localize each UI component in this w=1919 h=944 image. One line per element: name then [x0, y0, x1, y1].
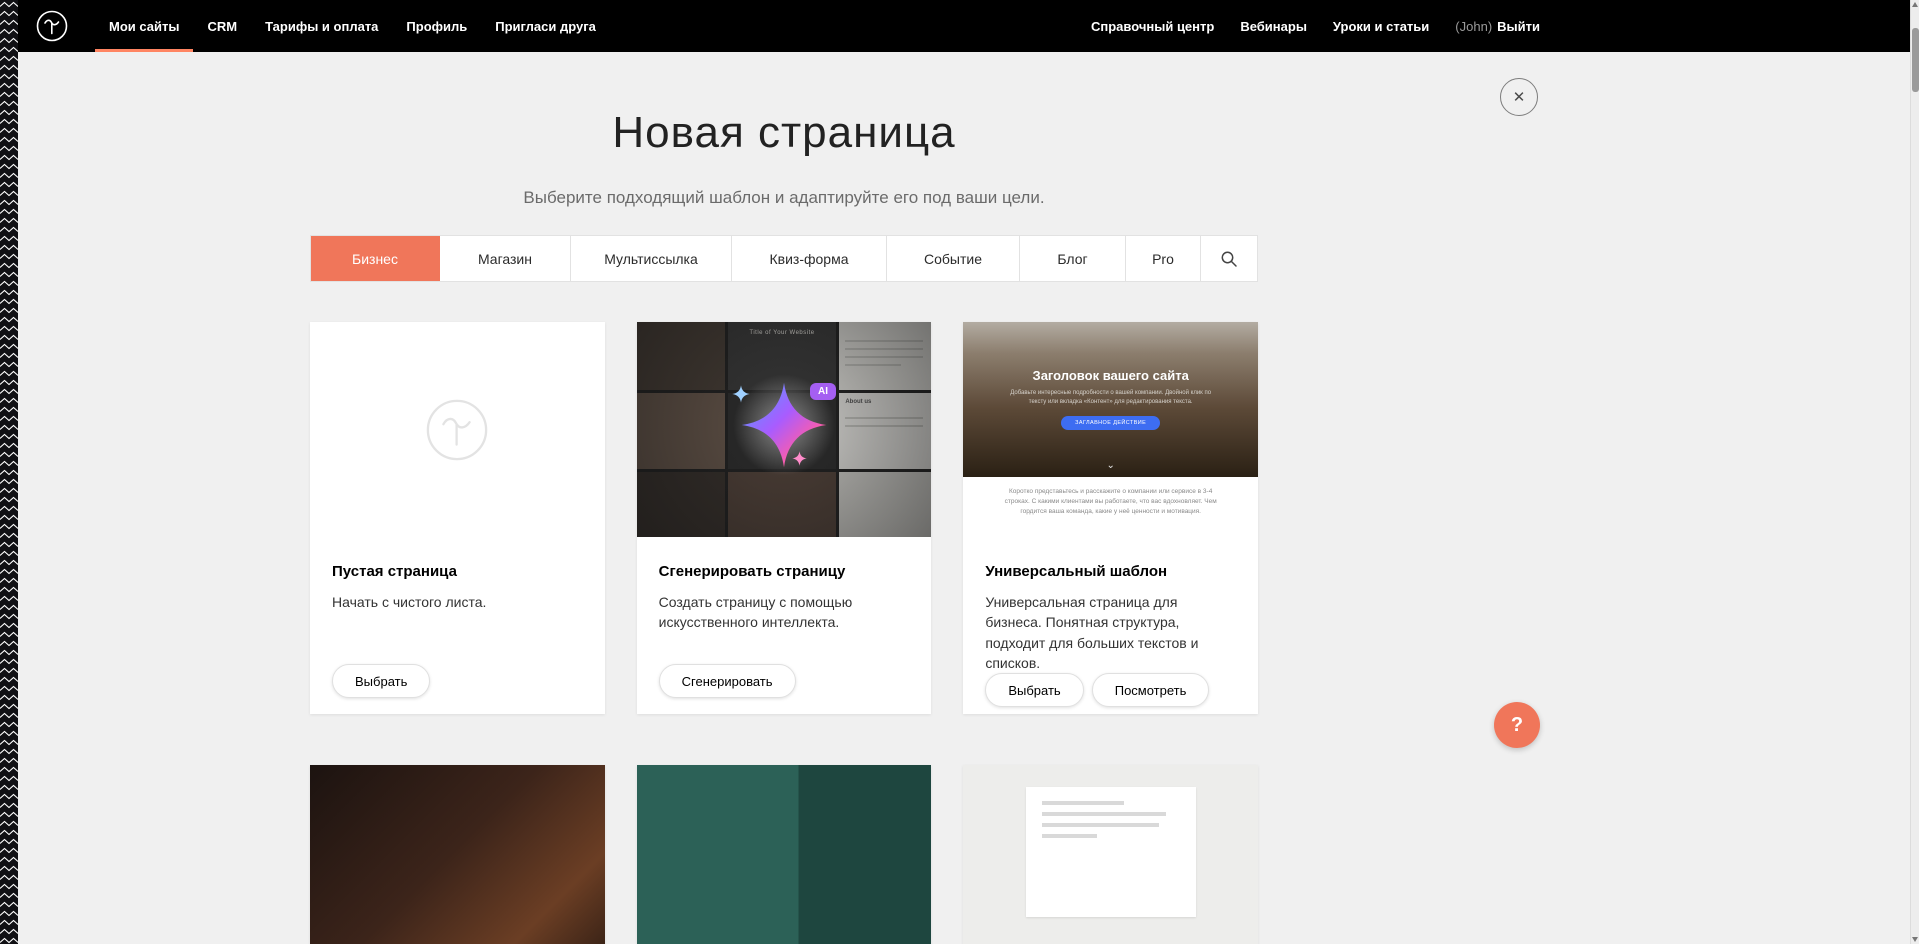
template-preview-image [310, 765, 605, 944]
card-body: Универсальный шаблон Универсальная стран… [963, 537, 1258, 714]
secondary-nav: Справочный центр Вебинары Уроки и статьи… [1078, 0, 1540, 52]
question-mark-icon: ? [1511, 714, 1523, 737]
page-title: Новая страница [310, 108, 1258, 158]
tab-business[interactable]: Бизнес [311, 236, 440, 281]
page: Мои сайты CRM Тарифы и оплата Профиль Пр… [0, 0, 1919, 944]
preview-body-text: Коротко представьтесь и расскажите о ком… [997, 487, 1224, 517]
nav-item-lessons[interactable]: Уроки и статьи [1320, 0, 1442, 52]
tab-quiz[interactable]: Квиз-форма [732, 236, 887, 281]
tab-search[interactable] [1201, 236, 1257, 281]
scrollbar[interactable] [1910, 0, 1919, 944]
template-card-blank-page[interactable]: Пустая страница Начать с чистого листа. … [310, 322, 605, 714]
chevron-down-icon: ⌄ [1106, 460, 1114, 471]
template-card-partial-3[interactable] [963, 765, 1258, 944]
user-name: (John) [1455, 19, 1492, 34]
template-card-partial-2[interactable] [637, 765, 932, 944]
nav-item-profile[interactable]: Профиль [392, 0, 481, 52]
page-subtitle: Выберите подходящий шаблон и адаптируйте… [310, 188, 1258, 208]
close-icon: ✕ [1513, 88, 1526, 106]
card-actions: Выбрать [332, 664, 583, 714]
ai-sparkle-small2-icon [792, 451, 807, 466]
card-body: Сгенерировать страницу Создать страницу … [637, 537, 932, 714]
card-title: Сгенерировать страницу [659, 563, 910, 580]
search-icon [1220, 250, 1238, 268]
ai-badge: AI [810, 383, 836, 400]
help-button[interactable]: ? [1494, 702, 1540, 748]
template-card-partial-1[interactable] [310, 765, 605, 944]
tilda-logo-icon [35, 9, 69, 43]
template-cards-row-partial [310, 765, 1258, 944]
scroll-down-arrow-icon[interactable] [1912, 937, 1918, 942]
universal-template-preview: Заголовок вашего сайта Добавьте интересн… [963, 322, 1258, 537]
tilda-logo[interactable] [35, 9, 69, 43]
preview-hero-subtitle: Добавьте интересные подробности о вашей … [1006, 389, 1216, 407]
scroll-up-arrow-icon[interactable] [1912, 2, 1918, 7]
view-button[interactable]: Посмотреть [1092, 673, 1210, 707]
mini-sheet [1026, 787, 1196, 917]
close-button[interactable]: ✕ [1500, 78, 1538, 116]
choose-button[interactable]: Выбрать [332, 664, 430, 698]
choose-button[interactable]: Выбрать [985, 673, 1083, 707]
blank-page-preview [310, 322, 605, 537]
card-description: Начать с чистого листа. [332, 592, 583, 612]
tab-multilink[interactable]: Мультиссылка [571, 236, 732, 281]
template-category-tabs: Бизнес Магазин Мультиссылка Квиз-форма С… [310, 235, 1258, 282]
generate-button[interactable]: Сгенерировать [659, 664, 796, 698]
zigzag-side-strip [0, 0, 18, 944]
template-preview-image [963, 765, 1258, 944]
preview-hero-title: Заголовок вашего сайта [1033, 368, 1189, 383]
tab-store[interactable]: Магазин [440, 236, 571, 281]
card-actions: Сгенерировать [659, 664, 910, 714]
card-title: Пустая страница [332, 563, 583, 580]
nav-item-help-center[interactable]: Справочный центр [1078, 0, 1227, 52]
template-card-universal[interactable]: Заголовок вашего сайта Добавьте интересн… [963, 322, 1258, 714]
card-body: Пустая страница Начать с чистого листа. … [310, 537, 605, 714]
ai-sparkle-small-icon [732, 385, 750, 403]
preview-hero-button: Заглавное действие [1061, 416, 1160, 430]
nav-item-tariffs[interactable]: Тарифы и оплата [251, 0, 392, 52]
top-navbar: Мои сайты CRM Тарифы и оплата Профиль Пр… [0, 0, 1919, 52]
preview-body: Коротко представьтесь и расскажите о ком… [963, 477, 1258, 517]
tab-event[interactable]: Событие [887, 236, 1020, 281]
tab-pro[interactable]: Pro [1126, 236, 1201, 281]
nav-item-webinars[interactable]: Вебинары [1227, 0, 1320, 52]
template-preview-image [637, 765, 932, 944]
nav-item-crm[interactable]: CRM [193, 0, 251, 52]
tab-blog[interactable]: Блог [1020, 236, 1126, 281]
preview-hero: Заголовок вашего сайта Добавьте интересн… [963, 322, 1258, 477]
primary-nav: Мои сайты CRM Тарифы и оплата Профиль Пр… [95, 0, 610, 52]
user-logout[interactable]: (John) Выйти [1442, 0, 1540, 52]
card-description: Создать страницу с помощью искусственног… [659, 592, 910, 633]
card-description: Универсальная страница для бизнеса. Поня… [985, 592, 1236, 673]
card-title: Универсальный шаблон [985, 563, 1236, 580]
card-actions: Выбрать Посмотреть [985, 673, 1236, 714]
scrollbar-thumb[interactable] [1912, 28, 1919, 92]
logout-link[interactable]: Выйти [1497, 19, 1540, 34]
nav-item-my-sites[interactable]: Мои сайты [95, 0, 193, 52]
ai-preview: Title of Your Website About us [637, 322, 932, 537]
tilda-watermark-icon [424, 397, 490, 463]
template-card-ai-generate[interactable]: Title of Your Website About us [637, 322, 932, 714]
nav-item-invite-friend[interactable]: Пригласи друга [481, 0, 610, 52]
template-cards-row: Пустая страница Начать с чистого листа. … [310, 322, 1258, 714]
